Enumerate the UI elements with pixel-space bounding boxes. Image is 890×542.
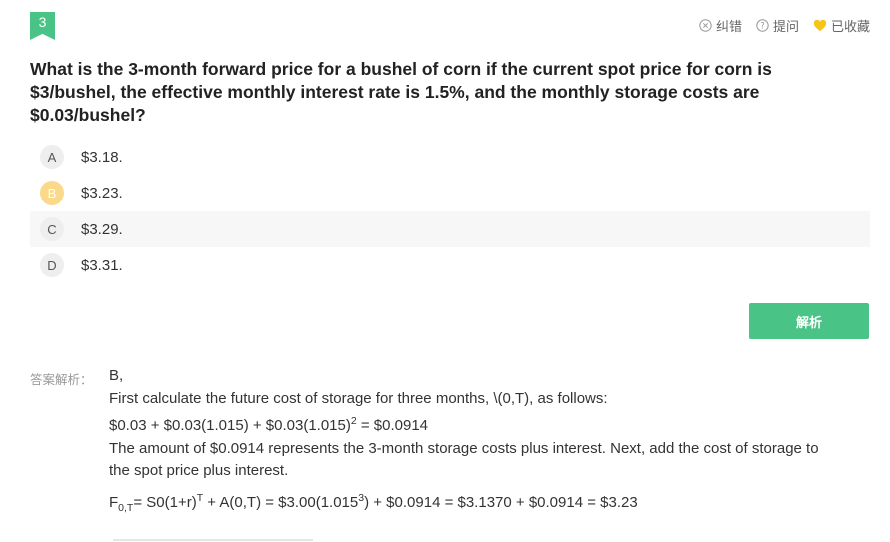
ask-question-label: 提问 (772, 19, 799, 34)
divider (113, 539, 313, 541)
close-circle-icon (699, 19, 712, 32)
option-letter: A (40, 145, 64, 169)
question-number-badge: 3 (30, 12, 55, 40)
option-text: $3.29. (81, 220, 123, 238)
report-error-label: 纠错 (715, 19, 742, 34)
formula-subscript: 0,T (118, 501, 134, 514)
explanation-line: First calculate the future cost of stora… (109, 389, 608, 407)
ask-question-button[interactable]: ? 提问 (756, 16, 799, 35)
option-letter: D (40, 253, 64, 277)
heart-icon (813, 19, 827, 32)
option-letter: C (40, 217, 64, 241)
question-circle-icon: ? (756, 19, 769, 32)
option-a[interactable]: A $3.18. (30, 139, 870, 175)
forward-price-formula: F0,T= S0(1+r)T + A(0,T) = $3.00(1.0153) … (109, 487, 829, 520)
formula-part: + A(0,T) = $3.00(1.015 (203, 493, 359, 511)
question-tools: 纠错 ? 提问 已收藏 (699, 16, 870, 35)
formula-part: ) + $0.0914 = $3.1370 + $0.0914 = $3.23 (364, 493, 638, 511)
option-text: $3.18. (81, 148, 123, 166)
option-d[interactable]: D $3.31. (30, 247, 870, 283)
option-letter-selected: B (40, 181, 64, 205)
answer-options: A $3.18. B $3.23. C $3.29. D $3.31. (30, 139, 870, 283)
option-b[interactable]: B $3.23. (30, 175, 870, 211)
formula-f: F (109, 493, 119, 511)
calc-main: $0.03 + $0.03(1.015) + $0.03(1.015) (109, 417, 351, 434)
option-text: $3.23. (81, 184, 123, 202)
analysis-button[interactable]: 解析 (749, 303, 869, 339)
answer-explanation: B, First calculate the future cost of st… (109, 365, 829, 519)
svg-text:?: ? (760, 22, 765, 32)
option-text: $3.31. (81, 256, 123, 274)
answer-explanation-label: 答案解析： (30, 373, 93, 387)
answer-choice: B, (109, 367, 124, 384)
report-error-button[interactable]: 纠错 (699, 16, 742, 35)
storage-cost-calculation: $0.03 + $0.03(1.015) + $0.03(1.015)2 = $… (109, 410, 829, 438)
option-c[interactable]: C $3.29. (30, 211, 870, 247)
favorite-label: 已收藏 (830, 19, 870, 34)
calc-result: = $0.0914 (356, 417, 429, 434)
formula-part: = S0(1+r) (133, 493, 197, 511)
question-text: What is the 3-month forward price for a … (30, 59, 772, 125)
favorite-button[interactable]: 已收藏 (813, 16, 870, 35)
question-page: 3 纠错 ? 提问 已收藏 What is the 3-month forwar… (0, 0, 890, 542)
explanation-line: The amount of $0.0914 represents the 3-m… (109, 439, 819, 480)
